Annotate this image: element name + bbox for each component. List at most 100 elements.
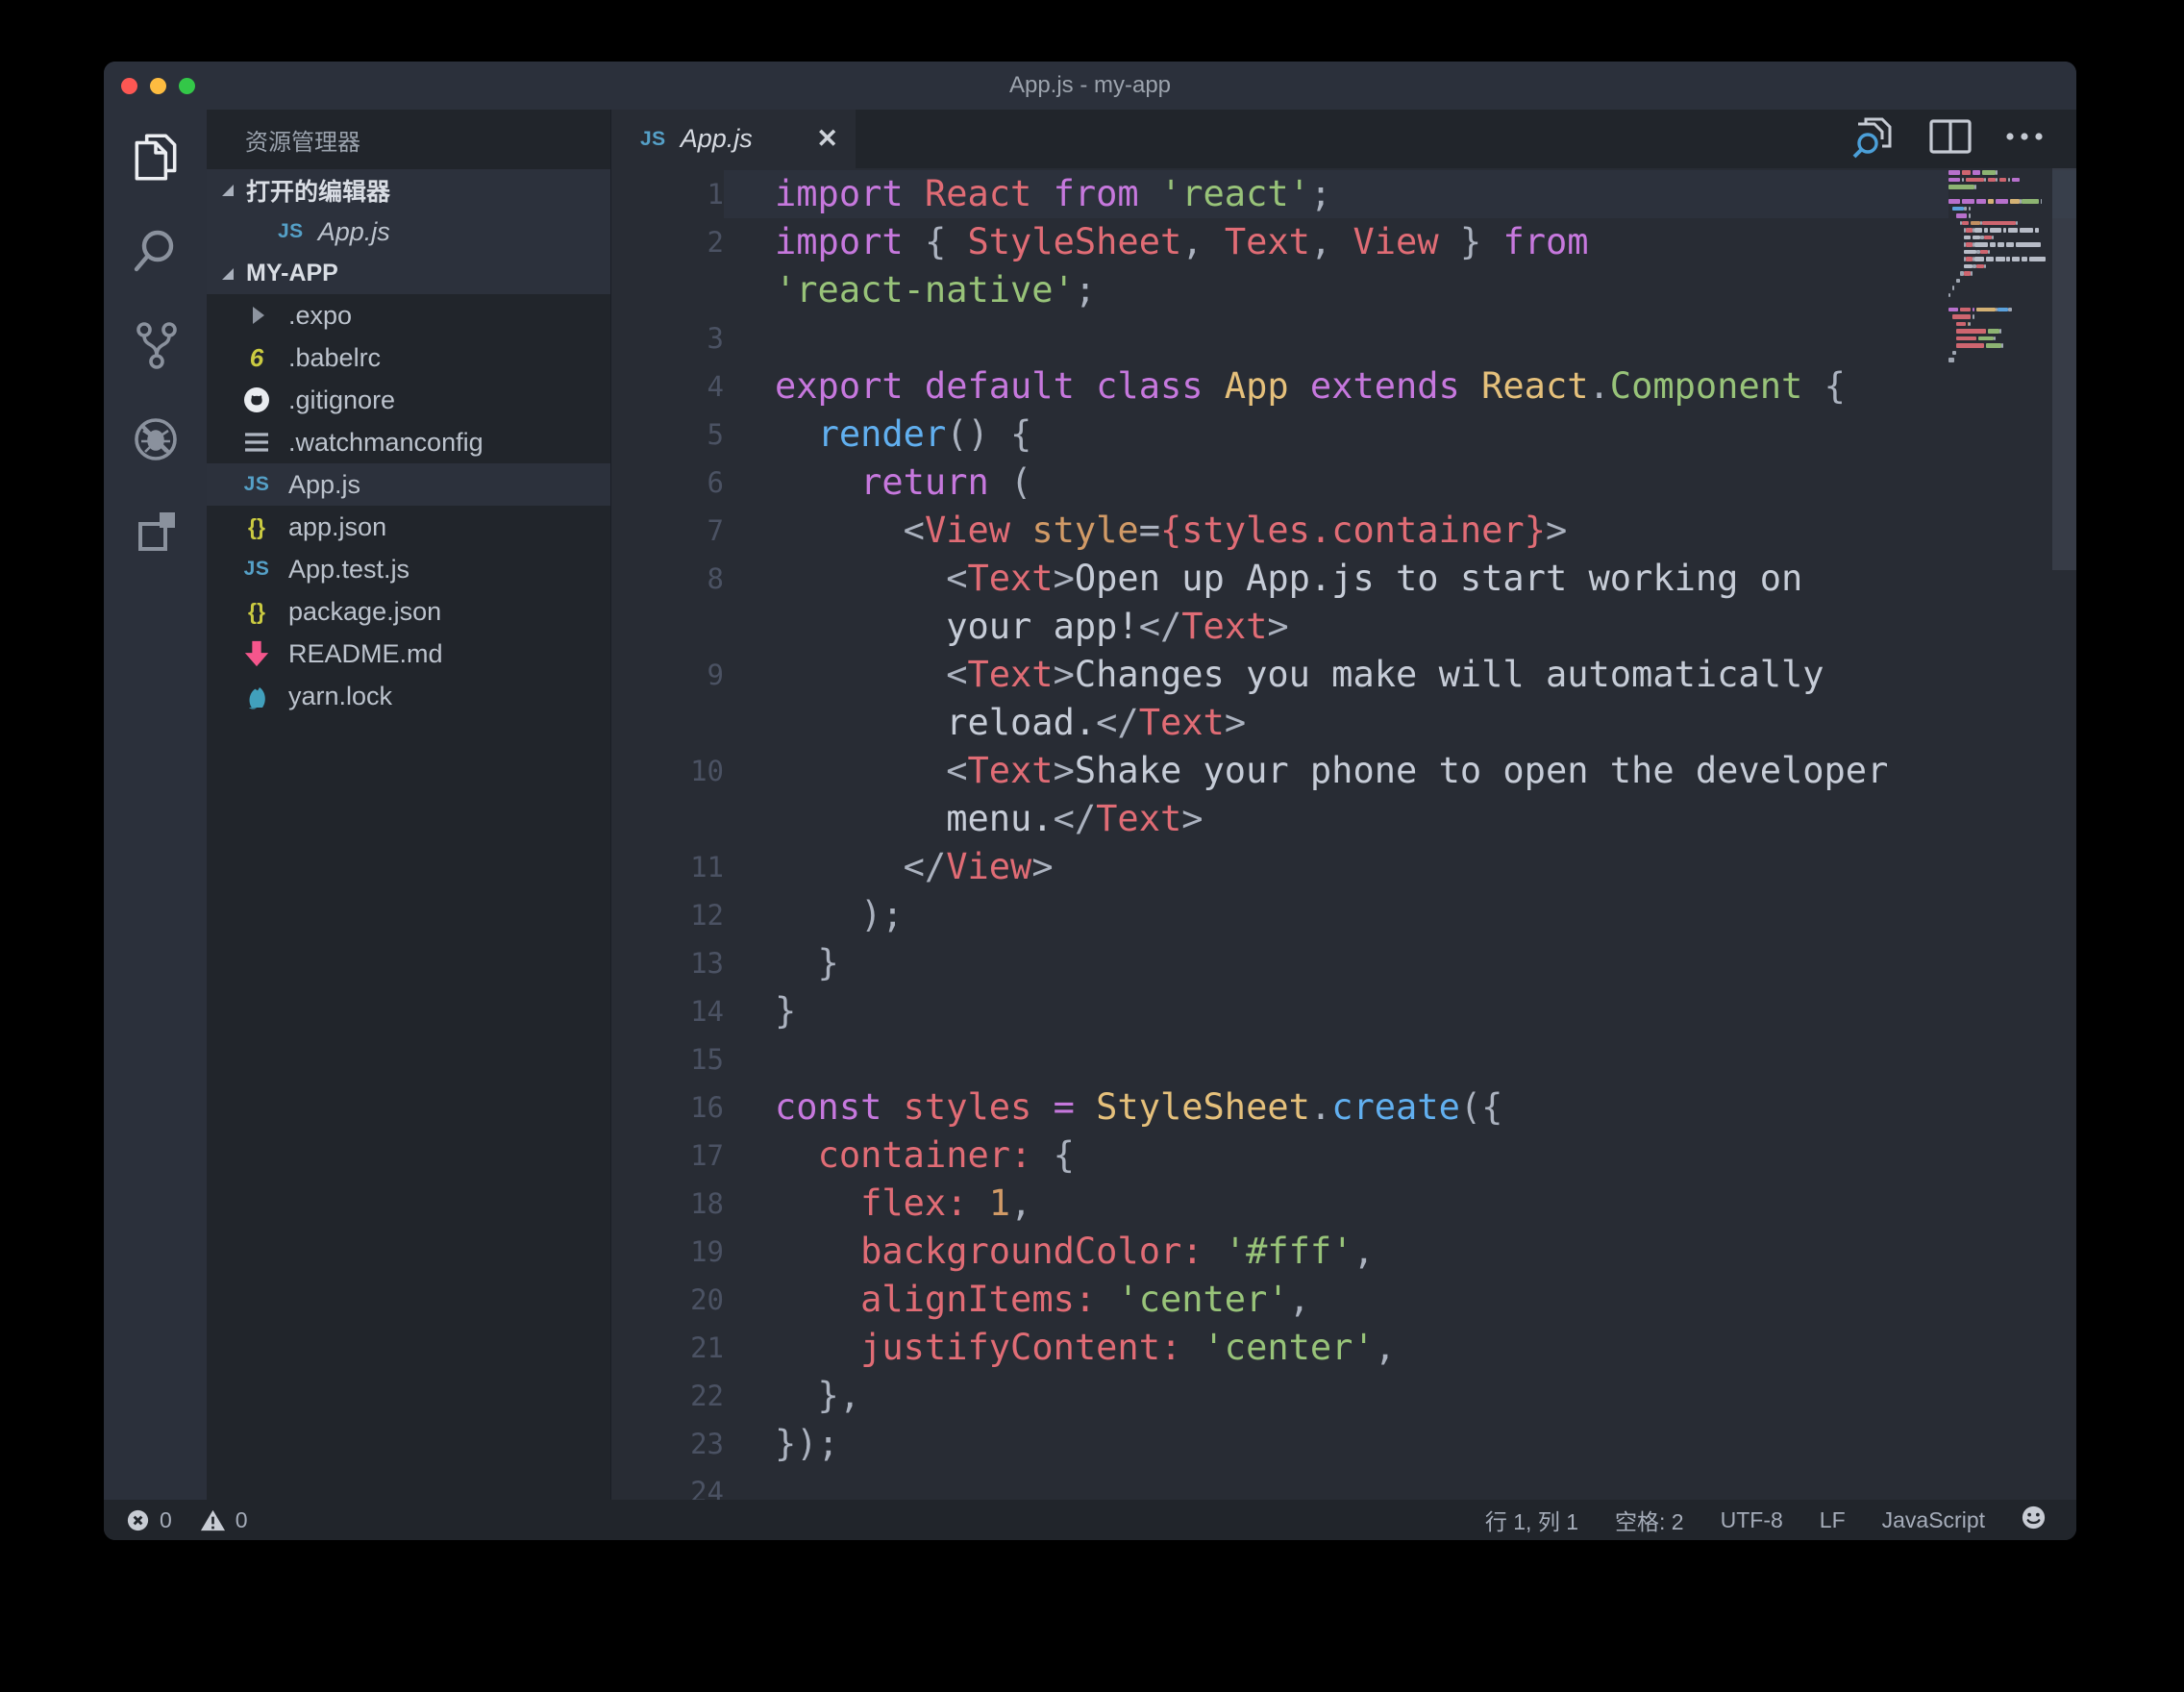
line-number: 19 xyxy=(611,1228,724,1276)
line-number xyxy=(611,266,724,314)
tree-item-App.test.js[interactable]: JS App.test.js xyxy=(207,548,610,590)
line-number: 8 xyxy=(611,555,724,603)
file-label: App.js xyxy=(288,470,360,500)
file-label: .watchmanconfig xyxy=(288,428,484,458)
open-editor-label: App.js xyxy=(318,217,390,247)
code-line-19: 19 backgroundColor: '#fff', xyxy=(611,1228,2076,1276)
file-label: App.test.js xyxy=(288,555,410,585)
line-number: 11 xyxy=(611,843,724,891)
tree-item-App.js[interactable]: JSApp.js xyxy=(207,463,610,506)
line-number: 1 xyxy=(611,170,724,218)
code-line-2-wrap: 'react-native'; xyxy=(611,266,2076,314)
line-number xyxy=(611,795,724,843)
line-number: 13 xyxy=(611,939,724,987)
json-file-icon: {} xyxy=(248,599,265,625)
status-bar: 0 0 行 1, 列 1 空格: 2 UTF-8 LF JavaScript xyxy=(104,1500,2076,1540)
open-editor-item-App.js[interactable]: JS App.js xyxy=(207,211,610,253)
line-number xyxy=(611,603,724,651)
split-editor-button[interactable] xyxy=(1928,116,1973,162)
line-number: 23 xyxy=(611,1420,724,1468)
line-number: 20 xyxy=(611,1276,724,1324)
debug-icon xyxy=(129,412,183,466)
line-number: 4 xyxy=(611,362,724,411)
file-label: README.md xyxy=(288,639,443,669)
status-language-mode[interactable]: JavaScript xyxy=(1882,1507,1985,1533)
status-cursor-position[interactable]: 行 1, 列 1 xyxy=(1485,1504,1578,1536)
find-in-file-button[interactable] xyxy=(1851,114,1898,163)
tree-item-app.json[interactable]: {}app.json xyxy=(207,506,610,548)
search-icon xyxy=(129,224,183,278)
git-branch-icon xyxy=(129,318,183,372)
line-number: 5 xyxy=(611,411,724,459)
close-window-button[interactable] xyxy=(121,78,137,94)
activity-extensions-button[interactable] xyxy=(104,486,207,581)
split-editor-icon xyxy=(1928,116,1973,157)
file-label: .expo xyxy=(288,301,352,331)
line-number: 7 xyxy=(611,507,724,555)
activity-search-button[interactable] xyxy=(104,204,207,298)
js-file-icon: JS xyxy=(278,220,304,243)
open-editors-label: 打开的编辑器 xyxy=(246,173,390,208)
minimize-window-button[interactable] xyxy=(150,78,166,94)
tree-item-package.json[interactable]: {}package.json xyxy=(207,590,610,633)
tree-item-.babelrc[interactable]: 6.babelrc xyxy=(207,336,610,379)
code-line-13: 13 } xyxy=(611,939,2076,987)
smiley-icon xyxy=(2020,1504,2048,1531)
watchman-config-icon xyxy=(243,431,270,454)
code-line-18: 18 flex: 1, xyxy=(611,1180,2076,1228)
tab-label: App.js xyxy=(681,124,803,154)
traffic-lights xyxy=(121,62,195,110)
close-tab-icon[interactable]: ✕ xyxy=(816,124,838,154)
tab-appjs[interactable]: JS App.js ✕ xyxy=(611,110,856,168)
activity-debug-button[interactable] xyxy=(104,392,207,486)
line-number: 18 xyxy=(611,1180,724,1228)
code-line-8-wrap: your app!</Text> xyxy=(611,603,2076,651)
code-line-6: 6 return ( xyxy=(611,459,2076,507)
code-line-14: 14} xyxy=(611,987,2076,1035)
ellipsis-icon xyxy=(2003,127,2046,146)
code-line-9: 9 <Text>Changes you make will automatica… xyxy=(611,651,2076,699)
activity-source-control-button[interactable] xyxy=(104,298,207,392)
line-number: 3 xyxy=(611,314,724,362)
code-line-1: 1import React from 'react'; xyxy=(611,170,2076,218)
open-editors-header[interactable]: 打开的编辑器 xyxy=(207,169,610,211)
code-line-22: 22 }, xyxy=(611,1372,2076,1420)
code-line-21: 21 justifyContent: 'center', xyxy=(611,1324,2076,1372)
tree-item-.watchmanconfig[interactable]: .watchmanconfig xyxy=(207,421,610,463)
errors-indicator[interactable]: 0 xyxy=(125,1507,172,1533)
js-file-icon: JS xyxy=(640,128,666,151)
line-number: 22 xyxy=(611,1372,724,1420)
js-file-icon: JS xyxy=(244,558,270,581)
window-title: App.js - my-app xyxy=(1009,72,1171,99)
status-encoding[interactable]: UTF-8 xyxy=(1721,1507,1783,1533)
tree-item-.expo[interactable]: .expo xyxy=(207,294,610,336)
zoom-window-button[interactable] xyxy=(179,78,195,94)
files-icon xyxy=(128,129,184,185)
code-editor[interactable]: 1import React from 'react';2import { Sty… xyxy=(611,168,2076,1500)
status-eol[interactable]: LF xyxy=(1820,1507,1846,1533)
error-count: 0 xyxy=(160,1507,172,1533)
activity-explorer-button[interactable] xyxy=(104,110,207,204)
warnings-indicator[interactable]: 0 xyxy=(199,1507,248,1533)
activity-bar xyxy=(104,110,207,1500)
code-line-16: 16const styles = StyleSheet.create({ xyxy=(611,1083,2076,1132)
code-line-9-wrap: reload.</Text> xyxy=(611,699,2076,747)
code-line-11: 11 </View> xyxy=(611,843,2076,891)
warning-count: 0 xyxy=(236,1507,248,1533)
editor-scrollbar[interactable] xyxy=(2052,168,2076,570)
code-line-7: 7 <View style={styles.container}> xyxy=(611,507,2076,555)
tree-item-README.md[interactable]: README.md xyxy=(207,633,610,675)
code-line-2: 2import { StyleSheet, Text, View } from xyxy=(611,218,2076,266)
status-indentation[interactable]: 空格: 2 xyxy=(1615,1504,1684,1536)
minimap[interactable] xyxy=(1948,168,2052,1500)
sidebar-explorer: 资源管理器 打开的编辑器 JSApp.js MY-APP .expo6.babe… xyxy=(207,110,610,1500)
tree-item-.gitignore[interactable]: .gitignore xyxy=(207,379,610,421)
file-search-icon xyxy=(1851,114,1898,159)
project-root-header[interactable]: MY-APP xyxy=(207,253,610,294)
tree-item-yarn.lock[interactable]: yarn.lock xyxy=(207,675,610,717)
code-line-4: 4export default class App extends React.… xyxy=(611,362,2076,411)
code-line-23: 23}); xyxy=(611,1420,2076,1468)
babel-icon: 6 xyxy=(250,343,263,373)
more-actions-button[interactable] xyxy=(2003,127,2046,151)
feedback-button[interactable] xyxy=(2020,1504,2048,1537)
